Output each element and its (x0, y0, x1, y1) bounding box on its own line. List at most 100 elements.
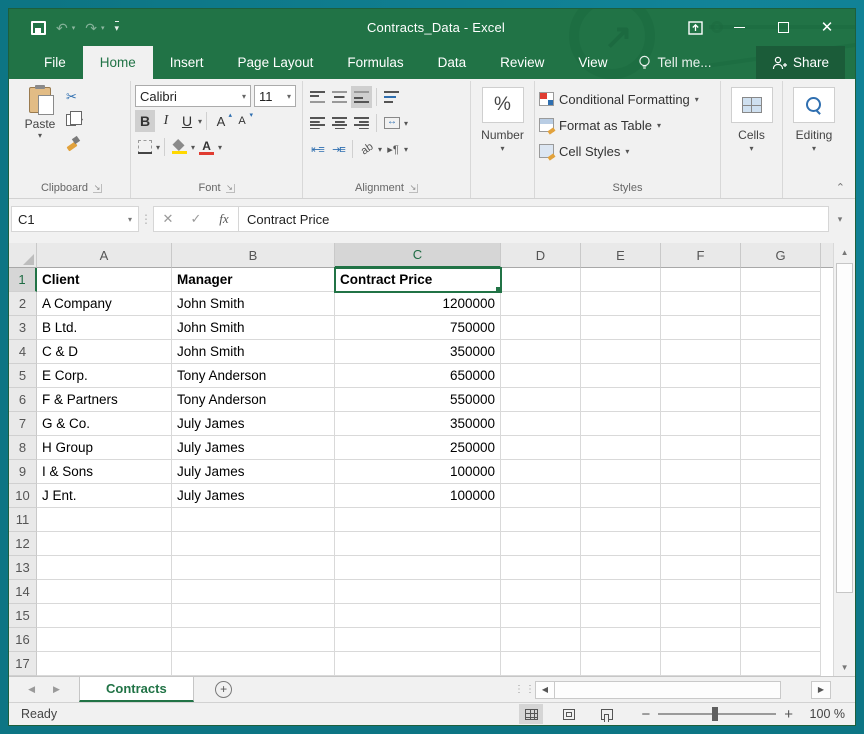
collapse-ribbon-icon[interactable]: ⌃ (836, 181, 845, 194)
cell-G6[interactable] (741, 388, 821, 412)
close-button[interactable]: ✕ (805, 13, 849, 43)
column-header-B[interactable]: B (172, 243, 335, 268)
cell-D10[interactable] (501, 484, 581, 508)
name-box[interactable]: C1 ▾ (11, 206, 139, 232)
row-header-13[interactable]: 13 (9, 556, 37, 580)
cell-G11[interactable] (741, 508, 821, 532)
cell-F10[interactable] (661, 484, 741, 508)
undo-caret-icon[interactable]: ▾ (72, 24, 76, 32)
scroll-up-icon[interactable]: ▲ (834, 243, 855, 261)
cell-B11[interactable] (172, 508, 335, 532)
cell-E5[interactable] (581, 364, 661, 388)
share-button[interactable]: Share (756, 46, 845, 79)
cell-E2[interactable] (581, 292, 661, 316)
horizontal-scroll-thumb[interactable] (555, 681, 781, 699)
orientation-button[interactable]: ab (357, 138, 377, 160)
format-as-table-button[interactable]: Format as Table▾ (539, 114, 699, 136)
cell-B8[interactable]: July James (172, 436, 335, 460)
cell-E13[interactable] (581, 556, 661, 580)
fill-color-button[interactable] (169, 136, 190, 158)
cell-G1[interactable] (741, 268, 821, 292)
undo-icon[interactable]: ↶ (56, 21, 68, 35)
cell-A8[interactable]: H Group (37, 436, 172, 460)
cell-C11[interactable] (335, 508, 501, 532)
number-caret-icon[interactable]: ▾ (500, 144, 504, 153)
cell-G5[interactable] (741, 364, 821, 388)
cell-D4[interactable] (501, 340, 581, 364)
cell-D16[interactable] (501, 628, 581, 652)
cell-A15[interactable] (37, 604, 172, 628)
cell-A9[interactable]: I & Sons (37, 460, 172, 484)
cell-B15[interactable] (172, 604, 335, 628)
cell-B13[interactable] (172, 556, 335, 580)
column-header-C[interactable]: C (335, 243, 501, 268)
cell-B10[interactable]: July James (172, 484, 335, 508)
alignment-dialog-launcher-icon[interactable]: ↘ (409, 184, 418, 193)
row-header-10[interactable]: 10 (9, 484, 37, 508)
normal-view-button[interactable] (519, 704, 543, 724)
tab-view[interactable]: View (561, 46, 624, 79)
cell-D6[interactable] (501, 388, 581, 412)
cell-E3[interactable] (581, 316, 661, 340)
cell-E14[interactable] (581, 580, 661, 604)
font-color-caret-icon[interactable]: ▾ (218, 143, 222, 152)
cell-D14[interactable] (501, 580, 581, 604)
select-all-corner[interactable] (9, 243, 37, 268)
cell-B1[interactable]: Manager (172, 268, 335, 292)
cell-C12[interactable] (335, 532, 501, 556)
cell-B4[interactable]: John Smith (172, 340, 335, 364)
cell-A2[interactable]: A Company (37, 292, 172, 316)
cell-F8[interactable] (661, 436, 741, 460)
cell-E6[interactable] (581, 388, 661, 412)
cell-F14[interactable] (661, 580, 741, 604)
cell-C14[interactable] (335, 580, 501, 604)
cell-A6[interactable]: F & Partners (37, 388, 172, 412)
borders-button[interactable] (135, 136, 155, 158)
tab-review[interactable]: Review (483, 46, 561, 79)
save-icon[interactable] (31, 21, 46, 35)
cell-A3[interactable]: B Ltd. (37, 316, 172, 340)
wrap-text-button[interactable] (381, 86, 402, 108)
row-header-16[interactable]: 16 (9, 628, 37, 652)
row-header-8[interactable]: 8 (9, 436, 37, 460)
merge-caret-icon[interactable]: ▾ (404, 119, 408, 128)
font-dialog-launcher-icon[interactable]: ↘ (226, 184, 235, 193)
cell-F4[interactable] (661, 340, 741, 364)
font-color-button[interactable]: A (196, 136, 217, 158)
cell-C7[interactable]: 350000 (335, 412, 501, 436)
cell-C9[interactable]: 100000 (335, 460, 501, 484)
tab-file[interactable]: File (27, 46, 83, 79)
cell-F15[interactable] (661, 604, 741, 628)
format-painter-button[interactable] (63, 133, 86, 153)
cell-C5[interactable]: 650000 (335, 364, 501, 388)
row-header-17[interactable]: 17 (9, 652, 37, 676)
vertical-scrollbar[interactable]: ▲ ▼ (833, 243, 855, 676)
underline-button[interactable]: U (177, 110, 197, 132)
bold-button[interactable]: B (135, 110, 155, 132)
formula-input[interactable]: Contract Price (239, 206, 829, 232)
cell-F12[interactable] (661, 532, 741, 556)
cell-D9[interactable] (501, 460, 581, 484)
orientation-caret-icon[interactable]: ▾ (378, 145, 382, 154)
cancel-icon[interactable]: ✕ (154, 211, 182, 227)
row-header-2[interactable]: 2 (9, 292, 37, 316)
row-header-15[interactable]: 15 (9, 604, 37, 628)
row-header-5[interactable]: 5 (9, 364, 37, 388)
fill-color-caret-icon[interactable]: ▾ (191, 143, 195, 152)
cell-G16[interactable] (741, 628, 821, 652)
cell-F9[interactable] (661, 460, 741, 484)
underline-caret-icon[interactable]: ▾ (198, 117, 202, 126)
cell-E15[interactable] (581, 604, 661, 628)
cell-E12[interactable] (581, 532, 661, 556)
column-header-D[interactable]: D (501, 243, 581, 268)
insert-function-icon[interactable]: fx (210, 211, 238, 227)
cell-F11[interactable] (661, 508, 741, 532)
cell-C15[interactable] (335, 604, 501, 628)
cell-C17[interactable] (335, 652, 501, 676)
cell-E17[interactable] (581, 652, 661, 676)
cell-D2[interactable] (501, 292, 581, 316)
column-header-F[interactable]: F (661, 243, 741, 268)
zoom-slider[interactable] (658, 713, 776, 715)
cell-F3[interactable] (661, 316, 741, 340)
cell-A10[interactable]: J Ent. (37, 484, 172, 508)
